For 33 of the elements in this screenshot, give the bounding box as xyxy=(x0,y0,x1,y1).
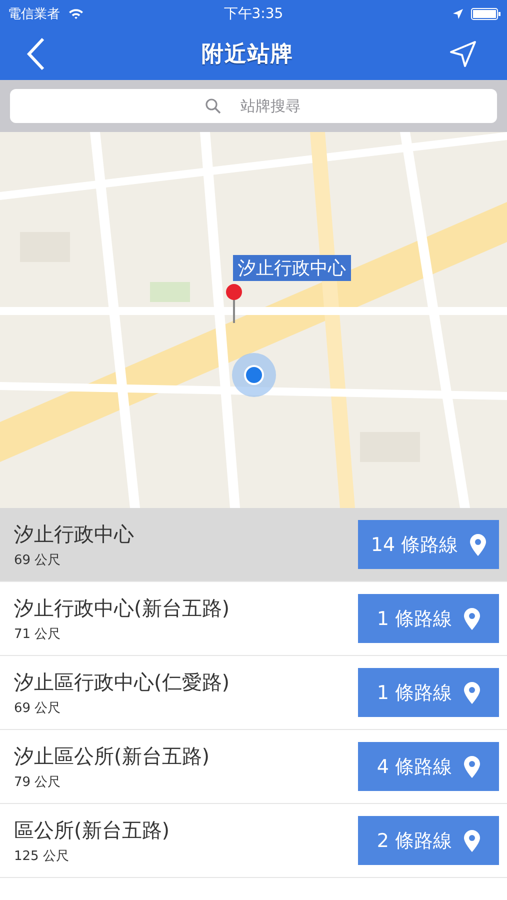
wifi-icon xyxy=(68,8,84,20)
routes-button[interactable]: 1 條路線 xyxy=(358,594,499,643)
routes-button[interactable]: 14 條路線 xyxy=(358,520,499,569)
map-pin-icon xyxy=(464,682,480,704)
map-pin-icon xyxy=(464,608,480,630)
page-title: 附近站牌 xyxy=(202,41,294,69)
battery-icon xyxy=(471,8,501,20)
stop-name: 汐止行政中心 xyxy=(14,520,134,548)
map-pin-icon xyxy=(470,534,486,556)
routes-button[interactable]: 4 條路線 xyxy=(358,742,499,791)
stop-distance: 71 公尺 xyxy=(14,626,62,642)
map-pin-icon xyxy=(225,283,243,323)
back-button[interactable] xyxy=(26,37,46,71)
stop-row[interactable]: 汐止行政中心 69 公尺 14 條路線 xyxy=(0,508,507,582)
location-arrow-icon xyxy=(453,9,463,19)
stop-distance: 69 公尺 xyxy=(14,552,62,568)
map-pin-icon xyxy=(464,830,480,852)
map-pin-icon xyxy=(464,756,480,778)
status-time: 下午3:35 xyxy=(224,5,284,23)
search-field[interactable]: 站牌搜尋 xyxy=(10,89,497,123)
current-location-icon xyxy=(232,353,276,397)
navigation-arrow-button[interactable] xyxy=(449,40,477,68)
routes-button[interactable]: 1 條路線 xyxy=(358,668,499,717)
stop-name: 汐止行政中心(新台五路) xyxy=(14,594,230,622)
stop-name: 汐止區行政中心(仁愛路) xyxy=(14,668,230,696)
routes-button[interactable]: 2 條路線 xyxy=(358,816,499,865)
stop-distance: 79 公尺 xyxy=(14,774,62,790)
map-callout[interactable]: 汐止行政中心 xyxy=(233,255,351,281)
carrier-label: 電信業者 xyxy=(8,6,60,23)
stop-name: 汐止區公所(新台五路) xyxy=(14,742,210,770)
stop-name: 區公所(新台五路) xyxy=(14,816,170,844)
stop-distance: 125 公尺 xyxy=(14,848,70,864)
stop-distance: 69 公尺 xyxy=(14,700,62,716)
